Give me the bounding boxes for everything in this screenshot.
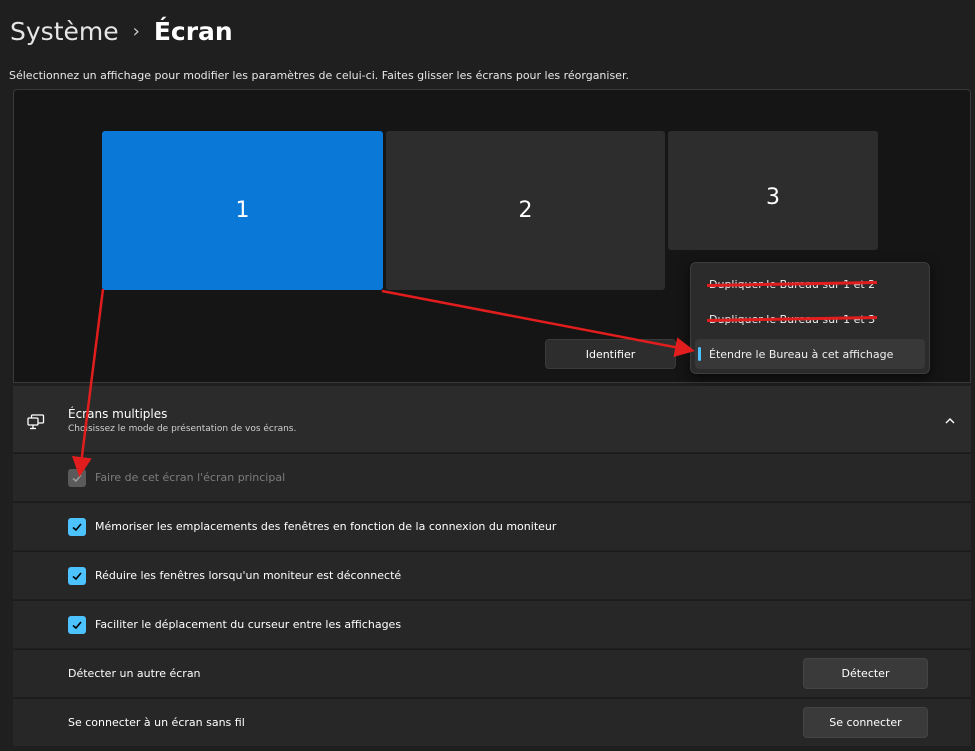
check-icon (72, 572, 82, 581)
instruction-text: Sélectionnez un affichage pour modifier … (9, 69, 629, 82)
page-title: Écran (153, 17, 233, 46)
detect-button[interactable]: Détecter (803, 658, 928, 689)
primary-display-checkbox[interactable] (68, 469, 86, 487)
chevron-up-icon[interactable] (945, 414, 955, 428)
wireless-label: Se connecter à un écran sans fil (68, 716, 245, 729)
menu-item-duplicate-1-2[interactable]: Dupliquer le Bureau sur 1 et 2 (695, 269, 925, 299)
breadcrumb-separator: › (132, 21, 140, 42)
minimize-windows-label: Réduire les fenêtres lorsqu'un moniteur … (95, 569, 402, 582)
menu-item-label: Dupliquer le Bureau sur 1 et 3 (709, 312, 876, 326)
menu-item-label: Étendre le Bureau à cet affichage (709, 347, 894, 361)
multiple-displays-title: Écrans multiples (68, 407, 168, 421)
monitor-2[interactable]: 2 (386, 131, 665, 290)
option-row-detect: Détecter un autre écran Détecter (13, 649, 971, 697)
monitor-1[interactable]: 1 (102, 131, 383, 290)
monitor-icon (27, 414, 45, 434)
ease-cursor-checkbox[interactable] (68, 616, 86, 634)
menu-item-duplicate-1-3[interactable]: Dupliquer le Bureau sur 1 et 3 (695, 304, 925, 334)
primary-display-label: Faire de cet écran l'écran principal (95, 471, 286, 484)
option-row-primary-display: Faire de cet écran l'écran principal (13, 453, 971, 501)
option-row-wireless: Se connecter à un écran sans fil Se conn… (13, 698, 971, 746)
check-icon (72, 523, 82, 532)
remember-windows-label: Mémoriser les emplacements des fenêtres … (95, 520, 557, 533)
display-mode-menu: Dupliquer le Bureau sur 1 et 2 Dupliquer… (690, 262, 930, 374)
ease-cursor-label: Faciliter le déplacement du curseur entr… (95, 618, 402, 631)
minimize-windows-checkbox[interactable] (68, 567, 86, 585)
check-icon (72, 621, 82, 630)
selection-indicator (698, 347, 701, 361)
multiple-displays-header[interactable]: Écrans multiples Choisissez le mode de p… (13, 386, 971, 452)
detect-label: Détecter un autre écran (68, 667, 201, 680)
display-arrangement-panel: 1 2 3 Identifier Dupliquer le Bureau sur… (13, 89, 971, 383)
connect-button[interactable]: Se connecter (803, 707, 928, 738)
breadcrumb: Système › Écran (10, 14, 233, 50)
identify-button[interactable]: Identifier (545, 339, 676, 369)
check-icon (72, 474, 82, 483)
menu-item-extend[interactable]: Étendre le Bureau à cet affichage (695, 339, 925, 369)
menu-item-label: Dupliquer le Bureau sur 1 et 2 (709, 277, 876, 291)
remember-windows-checkbox[interactable] (68, 518, 86, 536)
option-row-ease-cursor: Faciliter le déplacement du curseur entr… (13, 600, 971, 648)
breadcrumb-parent[interactable]: Système (10, 14, 119, 50)
option-row-minimize-windows: Réduire les fenêtres lorsqu'un moniteur … (13, 551, 971, 599)
option-row-remember-windows: Mémoriser les emplacements des fenêtres … (13, 502, 971, 550)
monitor-3[interactable]: 3 (668, 131, 878, 250)
multiple-displays-subtitle: Choisissez le mode de présentation de vo… (68, 424, 297, 434)
